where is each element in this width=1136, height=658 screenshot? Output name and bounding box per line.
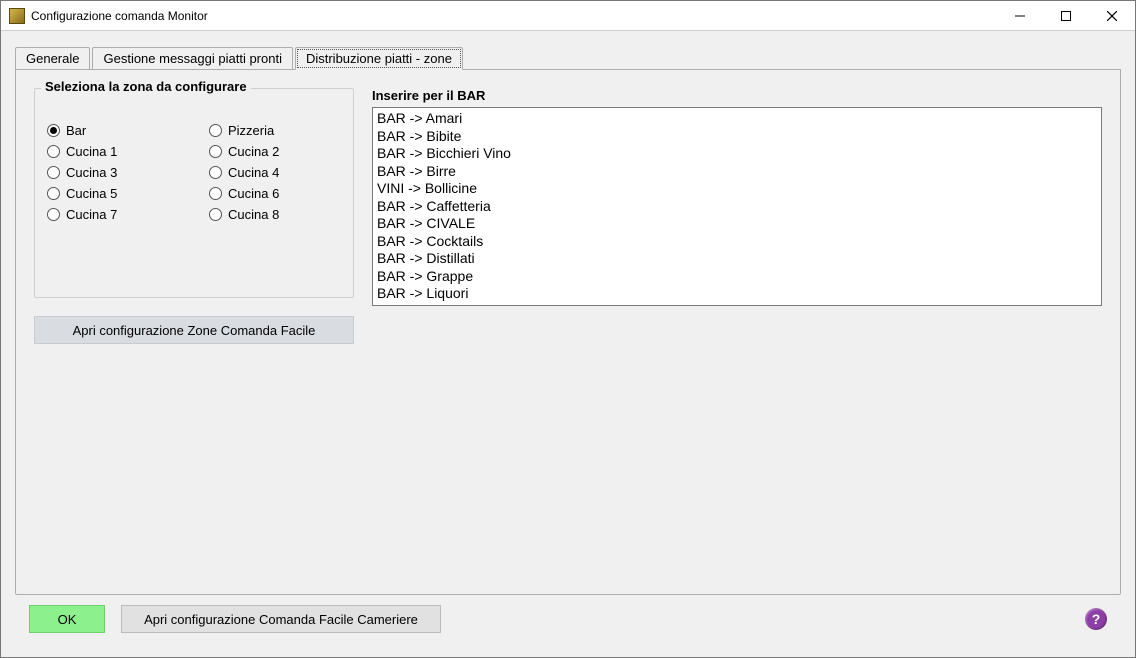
radio-label: Bar <box>66 123 86 138</box>
radio-label: Cucina 8 <box>228 207 279 222</box>
list-item[interactable]: BAR -> Bibite <box>377 128 1097 146</box>
tab-generale[interactable]: Generale <box>15 47 90 69</box>
radio-label: Cucina 3 <box>66 165 117 180</box>
radio-cucina-4[interactable]: Cucina 4 <box>209 165 341 180</box>
radio-dot-icon <box>47 145 60 158</box>
list-item[interactable]: BAR -> CIVALE <box>377 215 1097 233</box>
radio-dot-icon <box>47 166 60 179</box>
tab-gestione-messaggi[interactable]: Gestione messaggi piatti pronti <box>92 47 292 69</box>
button-label: OK <box>58 612 77 627</box>
maximize-button[interactable] <box>1043 1 1089 30</box>
help-icon[interactable]: ? <box>1085 608 1107 630</box>
button-label: Apri configurazione Zone Comanda Facile <box>73 323 316 338</box>
zone-groupbox: Seleziona la zona da configurare Bar Piz… <box>34 88 354 298</box>
radio-dot-icon <box>209 187 222 200</box>
title-bar: Configurazione comanda Monitor <box>1 1 1135 31</box>
radio-label: Cucina 5 <box>66 186 117 201</box>
radio-cucina-3[interactable]: Cucina 3 <box>47 165 179 180</box>
help-glyph: ? <box>1092 611 1101 627</box>
list-item[interactable]: BAR -> Distillati <box>377 250 1097 268</box>
radio-cucina-2[interactable]: Cucina 2 <box>209 144 341 159</box>
radio-dot-icon <box>47 208 60 221</box>
radio-dot-icon <box>209 124 222 137</box>
button-label: Apri configurazione Comanda Facile Camer… <box>144 612 418 627</box>
list-item[interactable]: BAR -> Cocktails <box>377 233 1097 251</box>
radio-label: Cucina 7 <box>66 207 117 222</box>
minimize-button[interactable] <box>997 1 1043 30</box>
radio-cucina-1[interactable]: Cucina 1 <box>47 144 179 159</box>
radio-dot-icon <box>47 124 60 137</box>
radio-cucina-7[interactable]: Cucina 7 <box>47 207 179 222</box>
window-title: Configurazione comanda Monitor <box>31 9 208 23</box>
radio-dot-icon <box>209 166 222 179</box>
radio-dot-icon <box>209 145 222 158</box>
tab-panel: Seleziona la zona da configurare Bar Piz… <box>15 69 1121 595</box>
zone-legend: Seleziona la zona da configurare <box>41 79 251 94</box>
app-icon <box>9 8 25 24</box>
radio-label: Cucina 2 <box>228 144 279 159</box>
list-item[interactable]: BAR -> Caffetteria <box>377 198 1097 216</box>
list-item[interactable]: BAR -> Birre <box>377 163 1097 181</box>
ok-button[interactable]: OK <box>29 605 105 633</box>
radio-dot-icon <box>209 208 222 221</box>
open-waiter-config-button[interactable]: Apri configurazione Comanda Facile Camer… <box>121 605 441 633</box>
list-item[interactable]: BAR -> Liquori <box>377 285 1097 303</box>
list-item[interactable]: BAR -> Bicchieri Vino <box>377 145 1097 163</box>
list-item[interactable]: BAR -> Grappe <box>377 268 1097 286</box>
radio-label: Cucina 1 <box>66 144 117 159</box>
listbox-label: Inserire per il BAR <box>372 88 1102 103</box>
list-item[interactable]: BAR -> Amari <box>377 110 1097 128</box>
open-zone-config-button[interactable]: Apri configurazione Zone Comanda Facile <box>34 316 354 344</box>
radio-dot-icon <box>47 187 60 200</box>
list-item[interactable]: VINI -> Bollicine <box>377 180 1097 198</box>
radio-label: Cucina 6 <box>228 186 279 201</box>
radio-pizzeria[interactable]: Pizzeria <box>209 123 341 138</box>
categories-listbox[interactable]: BAR -> AmariBAR -> BibiteBAR -> Bicchier… <box>372 107 1102 306</box>
radio-cucina-8[interactable]: Cucina 8 <box>209 207 341 222</box>
radio-cucina-6[interactable]: Cucina 6 <box>209 186 341 201</box>
radio-bar[interactable]: Bar <box>47 123 179 138</box>
tab-distribuzione-piatti-zone[interactable]: Distribuzione piatti - zone <box>295 47 463 70</box>
radio-cucina-5[interactable]: Cucina 5 <box>47 186 179 201</box>
tabs: Generale Gestione messaggi piatti pronti… <box>15 45 1121 69</box>
radio-label: Pizzeria <box>228 123 274 138</box>
radio-label: Cucina 4 <box>228 165 279 180</box>
close-button[interactable] <box>1089 1 1135 30</box>
